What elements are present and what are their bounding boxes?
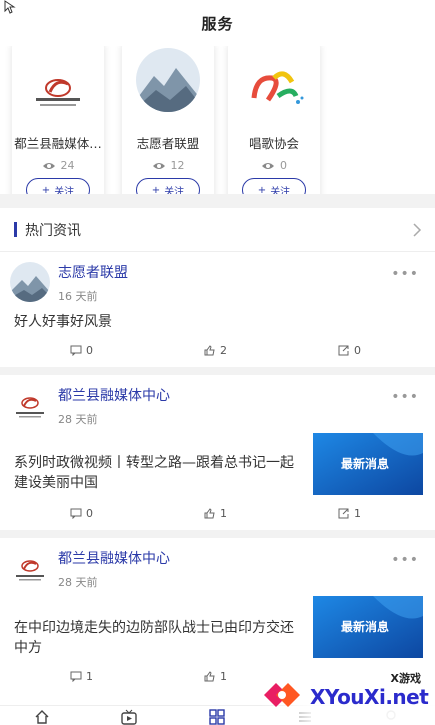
comment-icon: [70, 508, 82, 519]
chevron-right-icon[interactable]: [411, 222, 423, 238]
list-icon[interactable]: [297, 709, 313, 725]
org-logo: [251, 71, 304, 104]
comment-count: 1: [86, 670, 93, 683]
grid-icon[interactable]: [209, 709, 225, 725]
eye-icon: [262, 162, 274, 169]
view-count: 0: [228, 159, 320, 172]
plus-icon: +: [257, 184, 267, 195]
like-button[interactable]: 1: [204, 507, 227, 520]
like-count: 1: [220, 507, 227, 520]
section-title: 热门资讯: [25, 222, 81, 239]
eye-icon: [42, 162, 55, 169]
org-card[interactable]: 志愿者联盟 12 + 关注: [122, 46, 214, 194]
comment-count: 0: [86, 344, 93, 357]
share-count: 1: [354, 507, 361, 520]
post-text[interactable]: 好人好事好风景: [14, 312, 112, 332]
author-name[interactable]: 志愿者联盟: [58, 262, 128, 282]
hot-news-header[interactable]: 热门资讯: [0, 208, 435, 252]
author-avatar[interactable]: [10, 385, 50, 425]
like-icon: [204, 671, 215, 682]
post-time: 28 天前: [58, 576, 98, 589]
cursor-icon: [4, 0, 16, 14]
thumb-caption: 最新消息: [341, 620, 390, 634]
comment-icon: [70, 671, 82, 682]
section-accent-bar: [14, 222, 17, 237]
news-post[interactable]: 都兰县融媒体中心 28 天前 ••• 系列时政微视频丨转型之路—跟着总书记一起建…: [0, 375, 435, 538]
comment-button[interactable]: 0: [70, 507, 93, 520]
post-stats: 0 2 0: [0, 344, 435, 364]
post-thumbnail[interactable]: 最新消息: [313, 433, 423, 495]
bottom-tab-bar: [0, 705, 435, 725]
plus-icon: +: [151, 184, 161, 195]
share-icon: [338, 508, 349, 519]
follow-button[interactable]: + 关注: [242, 178, 306, 194]
org-name: 志愿者联盟: [136, 136, 200, 151]
post-stats: 0 1 1: [0, 507, 435, 527]
org-card[interactable]: 都兰县融媒体… 24 + 关注: [12, 46, 104, 194]
more-icon[interactable]: •••: [391, 552, 419, 568]
section-divider: [0, 194, 435, 208]
post-text[interactable]: 系列时政微视频丨转型之路—跟着总书记一起建设美丽中国: [14, 453, 299, 493]
view-count-value: 24: [60, 159, 75, 172]
view-count-value: 12: [170, 159, 185, 172]
plus-icon: +: [41, 184, 51, 195]
like-icon: [204, 508, 215, 519]
user-icon[interactable]: [383, 709, 399, 725]
comment-button[interactable]: 0: [70, 344, 93, 357]
more-icon[interactable]: •••: [391, 266, 419, 282]
post-time: 28 天前: [58, 413, 98, 426]
author-name[interactable]: 都兰县融媒体中心: [58, 385, 170, 405]
share-button[interactable]: 1: [338, 507, 361, 520]
page-header: 服务: [0, 0, 435, 46]
author-avatar[interactable]: [10, 262, 50, 302]
share-count: 0: [354, 344, 361, 357]
page-title: 服务: [201, 14, 234, 33]
author-avatar[interactable]: [10, 548, 50, 588]
like-count: 1: [220, 670, 227, 683]
post-thumbnail[interactable]: 最新消息: [313, 596, 423, 658]
org-card[interactable]: 唱歌协会 0 + 关注: [228, 46, 320, 194]
org-card-row[interactable]: 都兰县融媒体… 24 + 关注 志愿者联盟 12 + 关注 唱歌协会 0 + 关…: [0, 46, 435, 194]
news-post[interactable]: 都兰县融媒体中心 28 天前 ••• 在中印边境走失的边防部队战士已由印方交还中…: [0, 538, 435, 705]
news-post[interactable]: 志愿者联盟 16 天前 ••• 好人好事好风景 0 2 0: [0, 252, 435, 375]
view-count-value: 0: [280, 159, 287, 172]
org-name: 唱歌协会: [248, 136, 299, 151]
like-button[interactable]: 1: [204, 670, 227, 683]
comment-button[interactable]: 1: [70, 670, 93, 683]
follow-label: 关注: [54, 186, 75, 195]
video-icon[interactable]: [121, 709, 137, 725]
comment-count: 0: [86, 507, 93, 520]
thumb-caption: 最新消息: [341, 457, 390, 471]
org-logo: [36, 79, 80, 106]
more-icon[interactable]: •••: [391, 389, 419, 405]
share-button[interactable]: 0: [338, 344, 361, 357]
org-name: 都兰县融媒体…: [14, 136, 102, 151]
view-count: 12: [122, 159, 214, 172]
post-time: 16 天前: [58, 290, 98, 303]
follow-label: 关注: [270, 186, 291, 195]
eye-icon: [152, 162, 165, 169]
view-count: 24: [12, 159, 104, 172]
follow-button[interactable]: + 关注: [136, 178, 200, 194]
comment-icon: [70, 345, 82, 356]
home-icon[interactable]: [34, 709, 50, 725]
post-text[interactable]: 在中印边境走失的边防部队战士已由印方交还中方: [14, 618, 299, 658]
org-avatar: [136, 48, 200, 112]
author-name[interactable]: 都兰县融媒体中心: [58, 548, 170, 568]
like-button[interactable]: 2: [204, 344, 227, 357]
like-icon: [204, 345, 215, 356]
share-icon: [338, 345, 349, 356]
follow-label: 关注: [164, 186, 185, 195]
follow-button[interactable]: + 关注: [26, 178, 90, 194]
like-count: 2: [220, 344, 227, 357]
post-stats: 1 1: [0, 670, 435, 690]
